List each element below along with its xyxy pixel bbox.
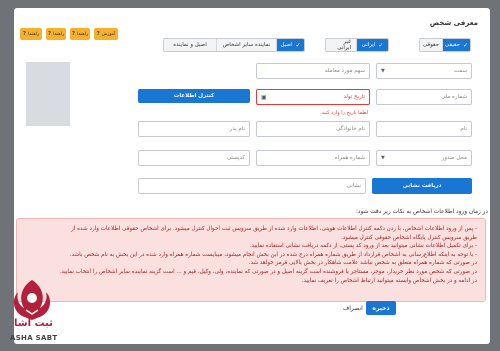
check-icon: ✓ — [295, 41, 301, 49]
alert-line: - با توجه به اینکه اطلاع‌رسانی به اشخاص … — [69, 251, 477, 258]
question-icon: ? — [71, 31, 76, 37]
national-id-input[interactable]: شماره ملی — [376, 89, 472, 105]
cancel-button[interactable]: انصراف — [343, 305, 363, 312]
first-name-input[interactable]: نام — [376, 121, 472, 137]
principal-option[interactable]: ✓ اصیل — [276, 39, 304, 51]
father-name-input[interactable]: نام پدر — [138, 121, 250, 137]
principal-and-rep-option[interactable]: اصیل و نماینده — [164, 39, 216, 51]
nationality-toggle: ✓ ایرانی غیر ایرانی — [325, 38, 389, 52]
address-input[interactable]: نشانی — [138, 178, 366, 194]
foreign-option[interactable]: غیر ایرانی — [326, 39, 356, 51]
legal-person-option[interactable]: حقوقی — [420, 39, 442, 51]
chevron-down-icon: ▼ — [381, 155, 385, 161]
info-alert: - پس از ورود اطلاعات اشخاص، با زدن دکمه … — [16, 218, 486, 302]
get-address-button[interactable]: دریافت نشانی — [372, 178, 472, 194]
info-title: در زمان ورود اطلاعات اشخاص به نکات زیر د… — [355, 209, 488, 215]
check-icon: ✓ — [463, 41, 469, 49]
person-photo — [26, 62, 70, 126]
alert-line: - پس از ورود اطلاعات اشخاص، با زدن دکمه … — [71, 226, 477, 232]
birth-date-input[interactable]: تاریخ تولد ▣ — [256, 89, 370, 105]
question-icon: ? — [47, 31, 52, 37]
watermark-name: ثبت آشا — [14, 318, 53, 329]
watermark-subtitle: ASHA SABT — [10, 334, 58, 342]
save-button[interactable]: ذخیره — [366, 301, 396, 315]
alert-line: - برای تکمیل اطلاعات نشانی میتوانید بعد … — [249, 243, 477, 250]
check-info-button[interactable]: کنترل اطلاعات — [138, 89, 250, 103]
help-button-1[interactable]: ? راهنما — [70, 28, 90, 40]
natural-person-option[interactable]: ✓ حقیقی — [442, 39, 470, 51]
last-name-input[interactable]: نام خانوادگی — [256, 121, 370, 137]
person-type-toggle: ✓ حقیقی حقوقی — [419, 38, 471, 52]
help-button-2[interactable]: ? راهنما — [46, 28, 66, 40]
role-select[interactable]: سمت ▼ — [376, 63, 472, 79]
share-input[interactable]: سهم مورد معامله — [256, 63, 370, 79]
alert-line: در صورتی که شماره همراه متعلق به شخص نبا… — [248, 260, 477, 267]
role-toggle: ✓ اصیل نماینده سایر اشخاص اصیل و نماینده — [163, 38, 305, 52]
postal-code-input[interactable]: کدپستی — [138, 150, 250, 166]
question-icon: ? — [22, 31, 27, 37]
dialog-title: معرفی شخص — [429, 19, 478, 27]
issue-place-input[interactable]: محل صدور ▼ — [376, 150, 472, 166]
tutorial-button[interactable]: ? آموزش — [94, 28, 118, 40]
birth-date-error: لطفا تاریخ را وارد کنید. — [320, 110, 368, 116]
calendar-icon: ▣ — [261, 93, 267, 101]
check-icon: ✓ — [378, 41, 384, 49]
help-button-3[interactable]: ? راهنما — [20, 28, 42, 40]
alert-line: در ادامه و در بخش اشخاص وابسته میتوانید … — [301, 277, 477, 284]
other-reps-option[interactable]: نماینده سایر اشخاص — [216, 39, 276, 51]
question-icon: ? — [96, 31, 100, 37]
alert-line: در صورتی که شخص مورد نظر خریدار، موجر، م… — [59, 268, 477, 275]
chevron-down-icon: ▼ — [381, 68, 385, 74]
alert-line: طریق سرویس کنترل پایگاه اشخاص حقوقی کنتر… — [341, 234, 477, 241]
mobile-input[interactable]: شماره همراه — [256, 150, 370, 166]
iranian-option[interactable]: ✓ ایرانی — [356, 39, 388, 51]
